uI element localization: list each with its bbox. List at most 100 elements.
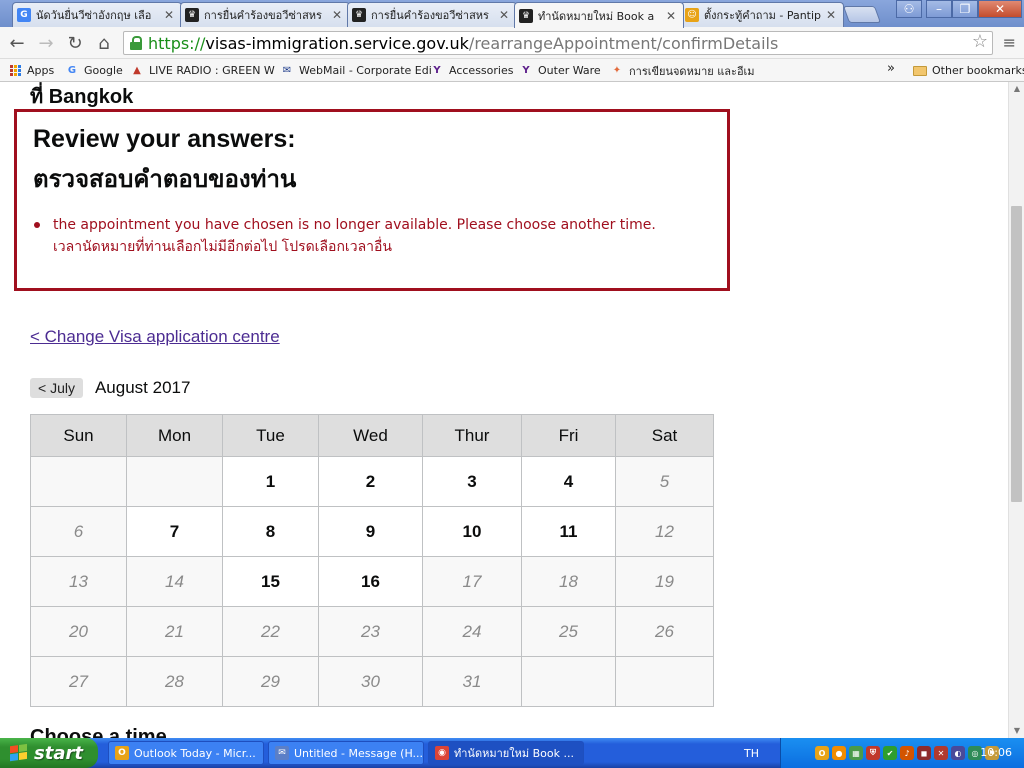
calendar-day-unavailable: 29 (222, 656, 319, 707)
taskbar-task[interactable]: ✉ Untitled - Message (H... (268, 741, 424, 765)
address-bar[interactable]: https://visas-immigration.service.gov.uk… (123, 31, 993, 55)
bookmark-label: Outer Ware (538, 64, 601, 77)
calendar-day-available[interactable]: 9 (318, 506, 423, 557)
tray-app-icon[interactable]: O (815, 746, 829, 760)
error-message-th[interactable]: เวลานัดหมายที่ท่านเลือกไม่มีอีกต่อไป โปร… (53, 239, 392, 255)
error-summary-title-th: ตรวจสอบคำตอบของท่าน (33, 165, 297, 193)
current-month-label: August 2017 (94, 378, 191, 397)
month-navigation: < July August 2017 (30, 378, 190, 398)
calendar-day-unavailable: 27 (30, 656, 127, 707)
bookmark-label: WebMail - Corporate Edi (299, 64, 432, 77)
bookmark-item[interactable]: Apps (8, 63, 54, 78)
other-bookmarks-label: Other bookmarks (932, 64, 1024, 77)
calendar-day-unavailable: 30 (318, 656, 423, 707)
reload-button[interactable]: ↻ (64, 32, 86, 54)
tray-app-icon[interactable]: ⛨ (866, 746, 880, 760)
bookmark-label: LIVE RADIO : GREEN W (149, 64, 275, 77)
new-tab-button[interactable] (842, 6, 882, 23)
start-button[interactable]: start (0, 738, 98, 768)
browser-tab[interactable]: ♛ การยื่นคำร้องขอวีซ่าสหร ✕ (347, 2, 517, 27)
tray-app-icon[interactable]: ◼ (917, 746, 931, 760)
tab-title: ทำนัดหมายใหม่ Book a (538, 9, 655, 23)
page-scrollbar[interactable]: ▲ ▼ (1008, 82, 1024, 738)
apps-grid-icon (8, 64, 22, 78)
task-title: Outlook Today - Micr... (134, 746, 256, 760)
tab-close-icon[interactable]: ✕ (498, 8, 510, 22)
weekday-header: Mon (126, 414, 223, 457)
calendar-day-available[interactable]: 10 (422, 506, 522, 557)
language-indicator[interactable]: TH (744, 747, 759, 760)
calendar-day-unavailable: 12 (615, 506, 714, 557)
task-app-icon: O (115, 746, 129, 760)
tab-close-icon[interactable]: ✕ (665, 9, 677, 23)
chrome-menu-icon[interactable]: ≡ (1003, 33, 1016, 52)
tab-close-icon[interactable]: ✕ (331, 8, 343, 22)
forward-button[interactable]: → (35, 32, 57, 54)
browser-tab[interactable]: ☺ ตั้งกระทู้คำถาม - Pantip ✕ (680, 2, 844, 27)
bookmark-label: Apps (27, 64, 55, 77)
error-message-en[interactable]: the appointment you have chosen is no lo… (53, 217, 656, 233)
browser-tab[interactable]: G นัดวันยื่นวีซ่าอังกฤษ เลือ ✕ (12, 2, 182, 27)
back-button[interactable]: ← (6, 32, 28, 54)
calendar-day-available[interactable]: 1 (222, 456, 319, 507)
previous-month-button[interactable]: < July (30, 378, 83, 398)
calendar-day-unavailable: 31 (422, 656, 522, 707)
bookmark-favicon-icon: Y (522, 65, 530, 76)
calendar-day-available[interactable]: 8 (222, 506, 319, 557)
calendar-day-available[interactable]: 3 (422, 456, 522, 507)
tray-app-icon[interactable]: ✔ (883, 746, 897, 760)
bookmark-favicon-icon: ✦ (612, 65, 622, 76)
calendar-weekday-row: Sun Mon Tue Wed Thur Fri Sat (30, 414, 714, 457)
weekday-header: Wed (318, 414, 423, 457)
taskbar-task[interactable]: ◉ ทำนัดหมายใหม่ Book ... (428, 741, 584, 765)
url-host: visas-immigration.service.gov.uk (205, 33, 469, 53)
bookmark-item[interactable]: G Google (65, 63, 123, 78)
calendar-day-available[interactable]: 7 (126, 506, 223, 557)
bookmark-favicon-icon: Y (433, 65, 441, 76)
tray-app-icon[interactable]: ♪ (900, 746, 914, 760)
bookmark-label: Google (84, 64, 123, 77)
calendar-day-available[interactable]: 11 (521, 506, 616, 557)
tray-app-icon[interactable]: ▦ (849, 746, 863, 760)
bookmark-item[interactable]: ✉ WebMail - Corporate Edi (280, 63, 432, 78)
calendar-day-unavailable: 18 (521, 556, 616, 607)
weekday-header: Sun (30, 414, 127, 457)
change-visa-centre-link[interactable]: < Change Visa application centre (30, 327, 280, 347)
calendar-day-empty (615, 656, 714, 707)
user-icon[interactable]: ⚇ (896, 0, 922, 18)
calendar-day-available[interactable]: 16 (318, 556, 423, 607)
weekday-header: Fri (521, 414, 616, 457)
browser-tab[interactable]: ♛ ทำนัดหมายใหม่ Book a ✕ (514, 2, 684, 28)
tray-app-icon[interactable]: ● (832, 746, 846, 760)
bookmark-item[interactable]: Y Accessories (430, 63, 513, 78)
scroll-down-arrow-icon[interactable]: ▼ (1009, 724, 1024, 738)
clock[interactable]: 10:06 (980, 746, 1012, 759)
calendar-day-available[interactable]: 15 (222, 556, 319, 607)
tray-app-icon[interactable]: ✕ (934, 746, 948, 760)
more-bookmarks-chevron[interactable]: » (887, 61, 895, 76)
tab-close-icon[interactable]: ✕ (163, 8, 175, 22)
calendar-day-available[interactable]: 2 (318, 456, 423, 507)
close-window-button[interactable]: ✕ (978, 0, 1022, 18)
scroll-up-arrow-icon[interactable]: ▲ (1009, 82, 1024, 96)
tray-app-icon[interactable]: ◐ (951, 746, 965, 760)
bookmark-item[interactable]: ▲ LIVE RADIO : GREEN W (130, 63, 275, 78)
calendar-day-unavailable: 25 (521, 606, 616, 657)
bookmark-star-icon[interactable]: ☆ (972, 31, 988, 52)
minimize-button[interactable]: – (926, 0, 952, 18)
tab-close-icon[interactable]: ✕ (825, 8, 837, 22)
taskbar-task[interactable]: O Outlook Today - Micr... (108, 741, 264, 765)
tab-favicon-icon: G (17, 8, 31, 22)
calendar-day-available[interactable]: 4 (521, 456, 616, 507)
home-button[interactable]: ⌂ (93, 32, 115, 54)
error-item[interactable]: the appointment you have chosen is no lo… (53, 214, 711, 258)
error-list: the appointment you have chosen is no lo… (33, 214, 711, 258)
maximize-button[interactable]: ❐ (952, 0, 978, 18)
bookmark-item[interactable]: Y Outer Ware (519, 63, 601, 78)
bookmark-item[interactable]: ✦ การเขียนจดหมาย และอีเม (610, 63, 755, 78)
error-summary-title-en: Review your answers: (33, 125, 296, 153)
tab-favicon-icon: ♛ (185, 8, 199, 22)
browser-tab[interactable]: ♛ การยื่นคำร้องขอวีซ่าสหร ✕ (180, 2, 350, 27)
scrollbar-thumb[interactable] (1011, 206, 1022, 502)
other-bookmarks-folder[interactable]: Other bookmarks (913, 63, 1024, 78)
